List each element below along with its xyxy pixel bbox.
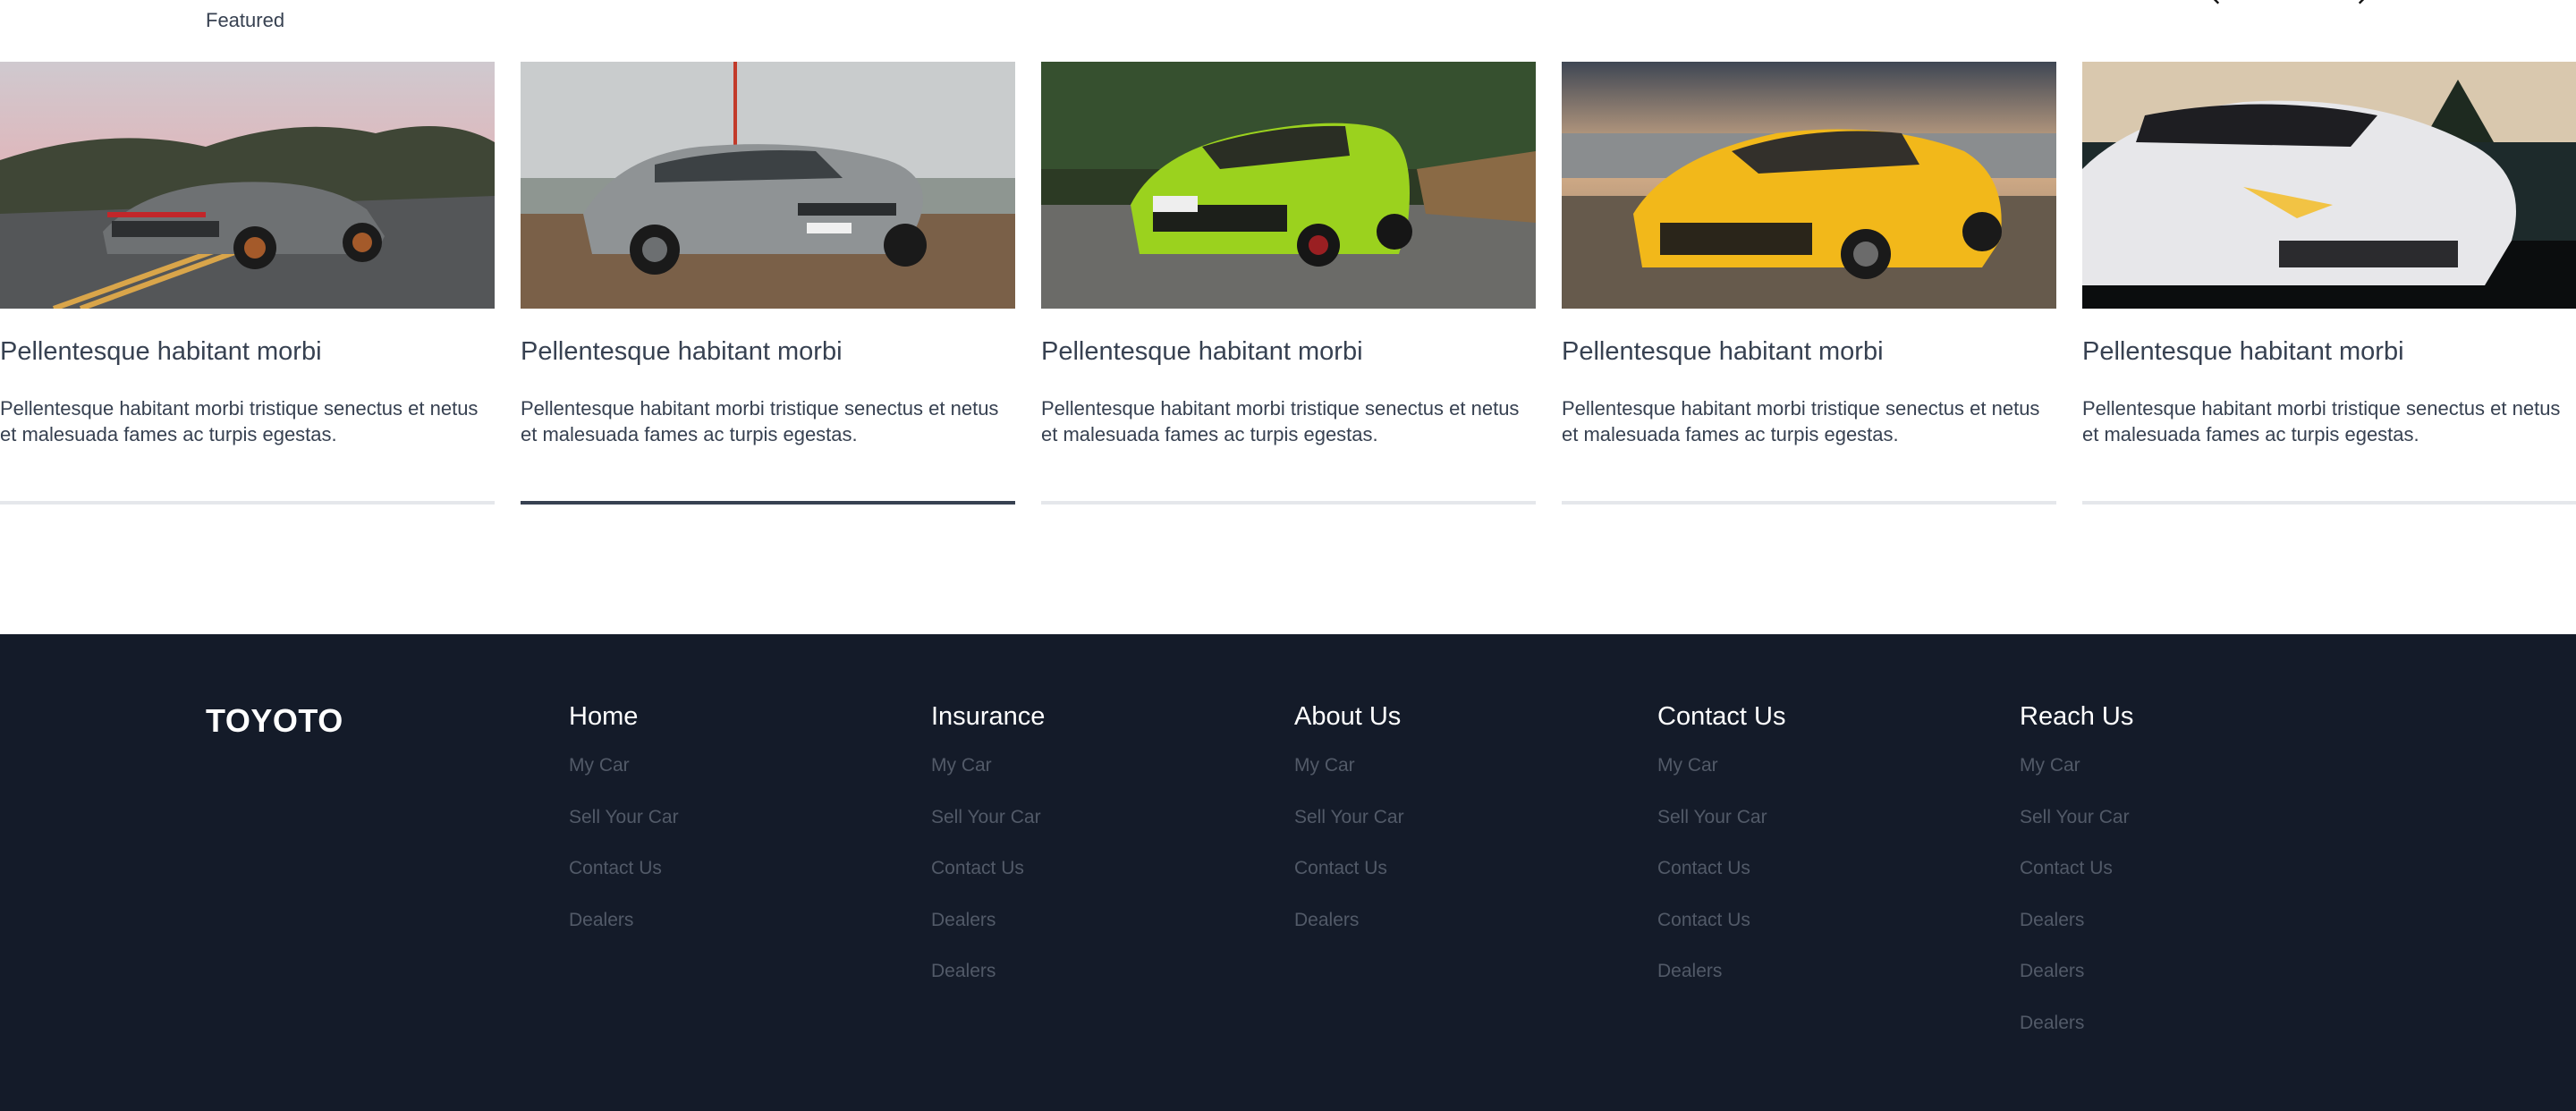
footer-column-insurance: Insurance My Car Sell Your Car Contact U… (931, 702, 1271, 1014)
footer-column-title: Reach Us (2020, 702, 2134, 731)
grey-sports-car-photo (0, 62, 495, 309)
featured-label: Featured (206, 9, 285, 31)
footer-link[interactable]: My Car (931, 756, 1271, 809)
card-divider (0, 501, 495, 505)
footer-column-title: About Us (1294, 702, 1402, 731)
lime-green-hatch-photo (1041, 62, 1536, 309)
footer-link[interactable]: Sell Your Car (931, 808, 1271, 861)
carousel-prev-button[interactable] (2202, 0, 2229, 9)
card-description: Pellentesque habitant morbi tristique se… (2082, 397, 2561, 445)
footer-link[interactable]: Dealers (1657, 962, 1997, 1014)
footer-link[interactable]: My Car (1294, 756, 1634, 809)
carousel-next-button[interactable] (2349, 0, 2376, 9)
footer-column-home: Home My Car Sell Your Car Contact Us Dea… (569, 702, 909, 963)
card-title: Pellentesque habitant morbi (1562, 337, 1884, 366)
yellow-sports-car-photo (1562, 62, 2056, 309)
car-card[interactable]: Pellentesque habitant morbi Pellentesque… (2082, 62, 2576, 505)
footer-link[interactable]: Sell Your Car (2020, 808, 2360, 861)
card-description: Pellentesque habitant morbi tristique se… (1562, 397, 2040, 445)
card-title: Pellentesque habitant morbi (1041, 337, 1363, 366)
footer-column-contact-us: Contact Us My Car Sell Your Car Contact … (1657, 702, 1997, 1014)
card-divider (2082, 501, 2576, 505)
footer-link[interactable]: Contact Us (931, 859, 1271, 912)
footer-link[interactable]: Sell Your Car (1657, 808, 1997, 861)
car-card[interactable]: Pellentesque habitant morbi Pellentesque… (0, 62, 495, 505)
card-description: Pellentesque habitant morbi tristique se… (1041, 397, 1520, 445)
footer-column-title: Home (569, 702, 639, 731)
footer-link[interactable]: My Car (569, 756, 909, 809)
card-divider (521, 501, 1015, 505)
car-card[interactable]: Pellentesque habitant morbi Pellentesque… (521, 62, 1015, 505)
footer-link[interactable]: Dealers (931, 962, 1271, 1014)
footer-link[interactable]: Contact Us (1294, 859, 1634, 912)
card-title: Pellentesque habitant morbi (2082, 337, 2404, 366)
footer-link[interactable]: Dealers (2020, 911, 2360, 963)
chevron-right-icon (2358, 0, 2365, 4)
card-divider (1562, 501, 2056, 505)
card-title: Pellentesque habitant morbi (521, 337, 843, 366)
footer-link[interactable]: Contact Us (2020, 859, 2360, 912)
footer-column-reach-us: Reach Us My Car Sell Your Car Contact Us… (2020, 702, 2360, 1065)
grey-sedan-photo (521, 62, 1015, 309)
featured-carousel: Pellentesque habitant morbi Pellentesque… (0, 62, 2576, 509)
footer-column-about-us: About Us My Car Sell Your Car Contact Us… (1294, 702, 1634, 963)
site-footer: TOYOTO Home My Car Sell Your Car Contact… (0, 634, 2576, 1111)
footer-link[interactable]: Contact Us (569, 859, 909, 912)
footer-link[interactable]: Dealers (2020, 962, 2360, 1014)
footer-link[interactable]: Sell Your Car (569, 808, 909, 861)
footer-link[interactable]: Contact Us (1657, 911, 1997, 963)
footer-link[interactable]: Dealers (1294, 911, 1634, 963)
footer-column-title: Insurance (931, 702, 1046, 731)
footer-link[interactable]: Sell Your Car (1294, 808, 1634, 861)
footer-link[interactable]: My Car (1657, 756, 1997, 809)
car-card[interactable]: Pellentesque habitant morbi Pellentesque… (1041, 62, 1536, 505)
car-card[interactable]: Pellentesque habitant morbi Pellentesque… (1562, 62, 2056, 505)
footer-link[interactable]: Contact Us (1657, 859, 1997, 912)
footer-link[interactable]: My Car (2020, 756, 2360, 809)
footer-brand-logo[interactable]: TOYOTO (206, 702, 343, 740)
card-description: Pellentesque habitant morbi tristique se… (0, 397, 479, 445)
white-supercar-photo (2082, 62, 2576, 309)
card-title: Pellentesque habitant morbi (0, 337, 322, 366)
footer-link[interactable]: Dealers (931, 911, 1271, 963)
footer-link[interactable]: Dealers (569, 911, 909, 963)
card-divider (1041, 501, 1536, 505)
card-description: Pellentesque habitant morbi tristique se… (521, 397, 999, 445)
chevron-left-icon (2213, 0, 2220, 4)
footer-link[interactable]: Dealers (2020, 1013, 2360, 1066)
footer-column-title: Contact Us (1657, 702, 1786, 731)
